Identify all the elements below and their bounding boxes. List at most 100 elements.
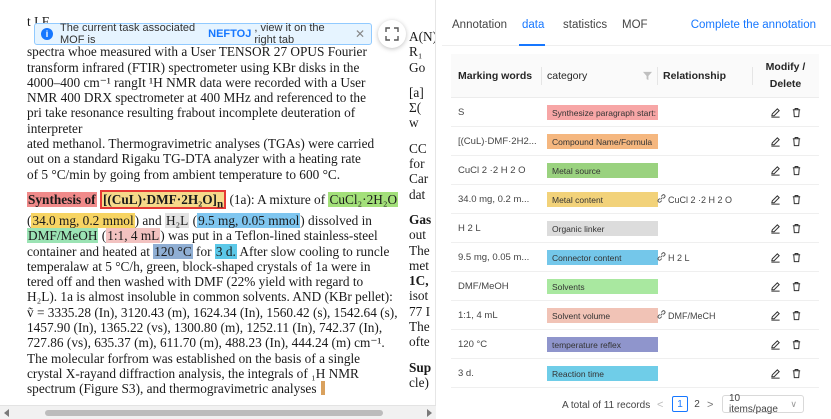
total-records: A total of 11 records — [562, 400, 651, 411]
table-row: CuCl 2 ·2 H 2 O Metal source — [451, 156, 819, 185]
edit-icon[interactable] — [770, 252, 781, 263]
annot-temperature[interactable]: 120 °C — [153, 243, 193, 259]
marking-word: 120 °C — [458, 339, 488, 350]
annot-synthesis-start[interactable]: Synthesis of — [27, 191, 97, 207]
relationship: CuCl 2 ·2 H 2 O — [657, 185, 753, 214]
marking-word: 1:1, 4 mL — [458, 310, 498, 321]
marking-word: [(CuL)·DMF·2H2... — [458, 136, 537, 147]
tab-annotation[interactable]: Annotation — [452, 19, 507, 31]
document-viewer[interactable]: t I F spectra whoe measured with a User … — [0, 0, 436, 405]
doc-line: spectrum (Figure S3), and thermogravimet… — [27, 381, 317, 397]
category-tag: Compound Name/Formula — [547, 134, 658, 149]
info-icon: i — [41, 28, 53, 40]
edit-icon[interactable] — [770, 281, 781, 292]
relationship — [657, 127, 753, 156]
table-row: [(CuL)·DMF·2H2... Compound Name/Formula — [451, 127, 819, 156]
relationship — [657, 330, 753, 359]
doc-line: 727.86 (vs), 635.37 (m), 611.70 (m), 488… — [27, 335, 385, 351]
table-row: S Synthesize paragraph start: d — [451, 98, 819, 127]
trash-icon[interactable] — [791, 136, 802, 147]
prev-page-button[interactable]: < — [657, 399, 663, 411]
active-tab-indicator — [519, 44, 545, 46]
edit-icon[interactable] — [770, 310, 781, 321]
marking-word: DMF/MeOH — [458, 281, 509, 292]
table-row: 1:1, 4 mL Solvent volume DMF/MeCH — [451, 301, 819, 330]
relationship — [657, 359, 753, 388]
scrollbar-thumb[interactable] — [45, 410, 383, 416]
annot-solvent-volume[interactable]: 1:1, 4 mL — [106, 228, 161, 244]
marking-word: 3 d. — [458, 368, 474, 379]
marking-word: 9.5 mg, 0.05 m... — [458, 252, 530, 263]
trash-icon[interactable] — [791, 310, 802, 321]
link-icon — [657, 252, 666, 263]
category-tag: Organic linker — [547, 221, 658, 236]
edit-icon[interactable] — [770, 368, 781, 379]
doc-line: of 5 °C/min by going from ambient temper… — [27, 166, 341, 182]
doc-line: The molecular forfrom was established on… — [27, 350, 361, 366]
doc-line: spectra whoe measured with a User TENSOR… — [27, 44, 367, 60]
mof-notice-banner: i The current task associated MOF is NEF… — [34, 22, 372, 46]
table-row: 9.5 mg, 0.05 m... Connector content H 2 … — [451, 243, 819, 272]
text-cursor-marker — [321, 381, 325, 395]
link-icon — [657, 194, 666, 205]
trash-icon[interactable] — [791, 223, 802, 234]
synthesis-line-2: (34.0 mg, 0.2 mmol) and H₂L (9.5 mg, 0.0… — [27, 212, 372, 228]
synthesis-line-3: DMF/MeOH (1:1, 4 mL) was put in a Teflon… — [27, 228, 378, 244]
filter-icon[interactable] — [643, 71, 652, 83]
table-row: H 2 L Organic linker — [451, 214, 819, 243]
edit-icon[interactable] — [770, 107, 781, 118]
scroll-left-icon[interactable] — [4, 409, 9, 417]
trash-icon[interactable] — [791, 339, 802, 350]
tab-data[interactable]: data — [522, 19, 544, 31]
col-modify-delete: Modify / Delete — [765, 61, 806, 90]
category-tag: Synthesize paragraph start: d — [547, 105, 658, 120]
scroll-right-icon[interactable] — [427, 409, 432, 417]
trash-icon[interactable] — [791, 194, 802, 205]
relationship — [657, 98, 753, 127]
edit-icon[interactable] — [770, 223, 781, 234]
annot-metal-source[interactable]: CuCl₂·2H₂O — [328, 191, 399, 207]
chevron-down-icon: ∨ — [790, 398, 797, 409]
horizontal-scrollbar[interactable] — [0, 405, 436, 419]
relationship — [657, 272, 753, 301]
trash-icon[interactable] — [791, 281, 802, 292]
annot-metal-content[interactable]: 34.0 mg, 0.2 mmol — [31, 212, 135, 228]
annot-connector-content[interactable]: 9.5 mg, 0.05 mmol — [197, 212, 301, 228]
mof-name[interactable]: NEFTOJ — [208, 28, 251, 40]
relationship: DMF/MeCH — [657, 301, 753, 330]
doc-line: tered off and then washed with DMF (22% … — [27, 274, 364, 290]
col-relationship: Relationship — [663, 70, 727, 82]
pagination: A total of 11 records < 1 2 > 10 items/p… — [442, 393, 831, 415]
annot-linker[interactable]: H₂L — [164, 212, 190, 228]
close-icon[interactable]: ✕ — [355, 27, 365, 41]
edit-icon[interactable] — [770, 194, 781, 205]
doc-line: H₂L). 1a is almost insoluble in common s… — [27, 289, 393, 305]
annot-solvent[interactable]: DMF/MeOH — [27, 228, 99, 244]
relationship: H 2 L — [657, 243, 753, 272]
marking-word: CuCl 2 ·2 H 2 O — [458, 165, 526, 176]
marking-word: S — [458, 107, 465, 118]
trash-icon[interactable] — [791, 165, 802, 176]
page-1-button[interactable]: 1 — [672, 396, 688, 412]
complete-annotation-link[interactable]: Complete the annotation — [691, 19, 816, 31]
page-2-button[interactable]: 2 — [689, 396, 705, 412]
edit-icon[interactable] — [770, 339, 781, 350]
expand-icon[interactable] — [378, 20, 406, 48]
edit-icon[interactable] — [770, 136, 781, 147]
trash-icon[interactable] — [791, 107, 802, 118]
page-size-select[interactable]: 10 items/page ∨ — [722, 393, 804, 415]
trash-icon[interactable] — [791, 252, 802, 263]
synthesis-line-4: container and heated at 120 °C for 3 d. … — [27, 243, 390, 259]
doc-line: out on a standard Rigaku TG-DTA analyzer… — [27, 151, 361, 167]
annot-reaction-time[interactable]: 3 d. — [214, 243, 237, 259]
tab-statistics[interactable]: statistics — [563, 19, 607, 31]
next-page-button[interactable]: > — [707, 399, 713, 411]
edit-icon[interactable] — [770, 165, 781, 176]
document-side-column: A(N) R₁ Go [a] Σ( w CC for Car dat Gas o… — [409, 29, 436, 390]
doc-line: temperalaw at 5 °C/h, green, block-shape… — [27, 258, 371, 274]
annot-compound[interactable]: [(CuL)·DMF·2H₂O]n — [99, 189, 227, 211]
trash-icon[interactable] — [791, 368, 802, 379]
marking-word: 34.0 mg, 0.2 m... — [458, 194, 530, 205]
tab-mof[interactable]: MOF — [622, 19, 648, 31]
category-tag: Solvents — [547, 279, 658, 294]
